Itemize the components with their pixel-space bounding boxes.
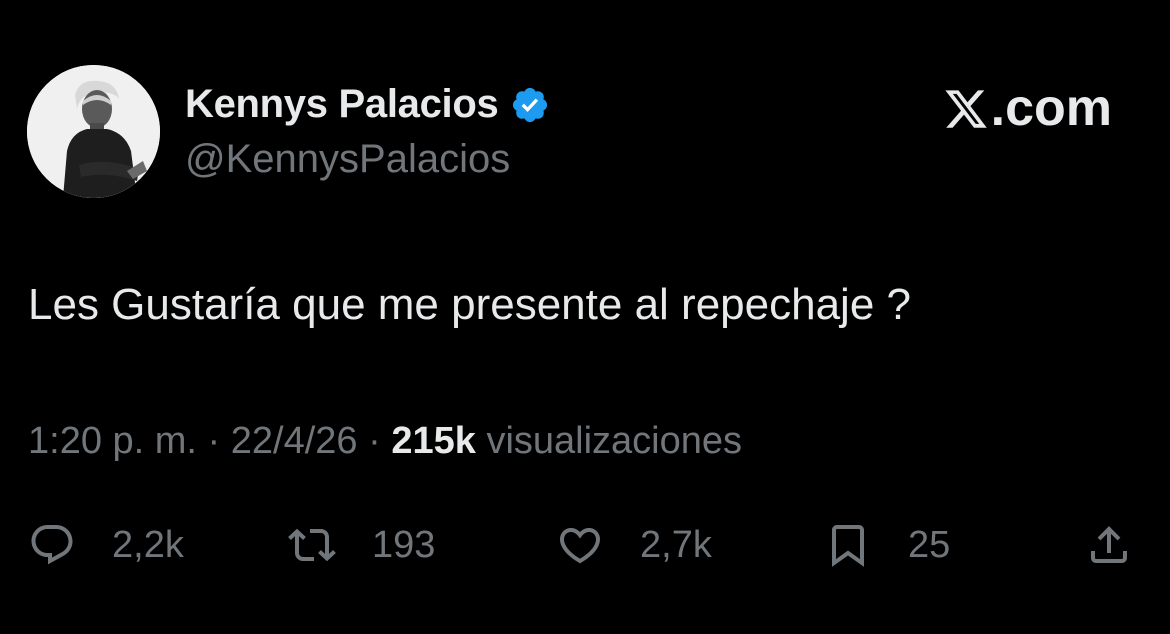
user-handle[interactable]: @KennysPalacios [185, 137, 510, 182]
display-name-text: Kennys Palacios [185, 82, 499, 126]
tweet-date[interactable]: 22/4/26 [231, 420, 358, 462]
display-name[interactable]: Kennys Palacios [185, 82, 550, 127]
share-button[interactable] [1085, 515, 1133, 575]
reply-count: 2,2k [112, 523, 184, 566]
like-count: 2,7k [640, 523, 712, 566]
repost-count: 193 [372, 523, 436, 566]
reply-icon [28, 521, 76, 569]
tweet-text: Les Gustaría que me presente al repechaj… [28, 280, 911, 329]
bookmark-icon [824, 521, 872, 569]
tweet-meta: 1:20 p. m. · 22/4/26 · 215k visualizacio… [28, 420, 742, 463]
repost-button[interactable]: 193 [288, 515, 435, 575]
brand-domain: .com [990, 79, 1112, 137]
share-icon [1085, 521, 1133, 569]
like-button[interactable]: 2,7k [556, 515, 712, 575]
reply-button[interactable]: 2,2k [28, 515, 184, 575]
heart-icon [556, 521, 604, 569]
avatar-photo [27, 65, 160, 198]
views-count: 215k [391, 420, 476, 462]
action-bar: 2,2k 193 2,7k 25 [28, 515, 1143, 575]
meta-separator: · [207, 420, 221, 462]
bookmark-button[interactable]: 25 [824, 515, 950, 575]
repost-icon [288, 521, 336, 569]
meta-separator: · [368, 420, 381, 462]
views-label: visualizaciones [486, 420, 743, 462]
bookmark-count: 25 [908, 523, 951, 566]
x-brand-watermark: .com [943, 78, 1112, 138]
avatar[interactable] [27, 65, 160, 198]
x-logo-icon [943, 85, 989, 131]
tweet-time[interactable]: 1:20 p. m. [28, 420, 197, 462]
verified-badge-icon [510, 85, 550, 125]
